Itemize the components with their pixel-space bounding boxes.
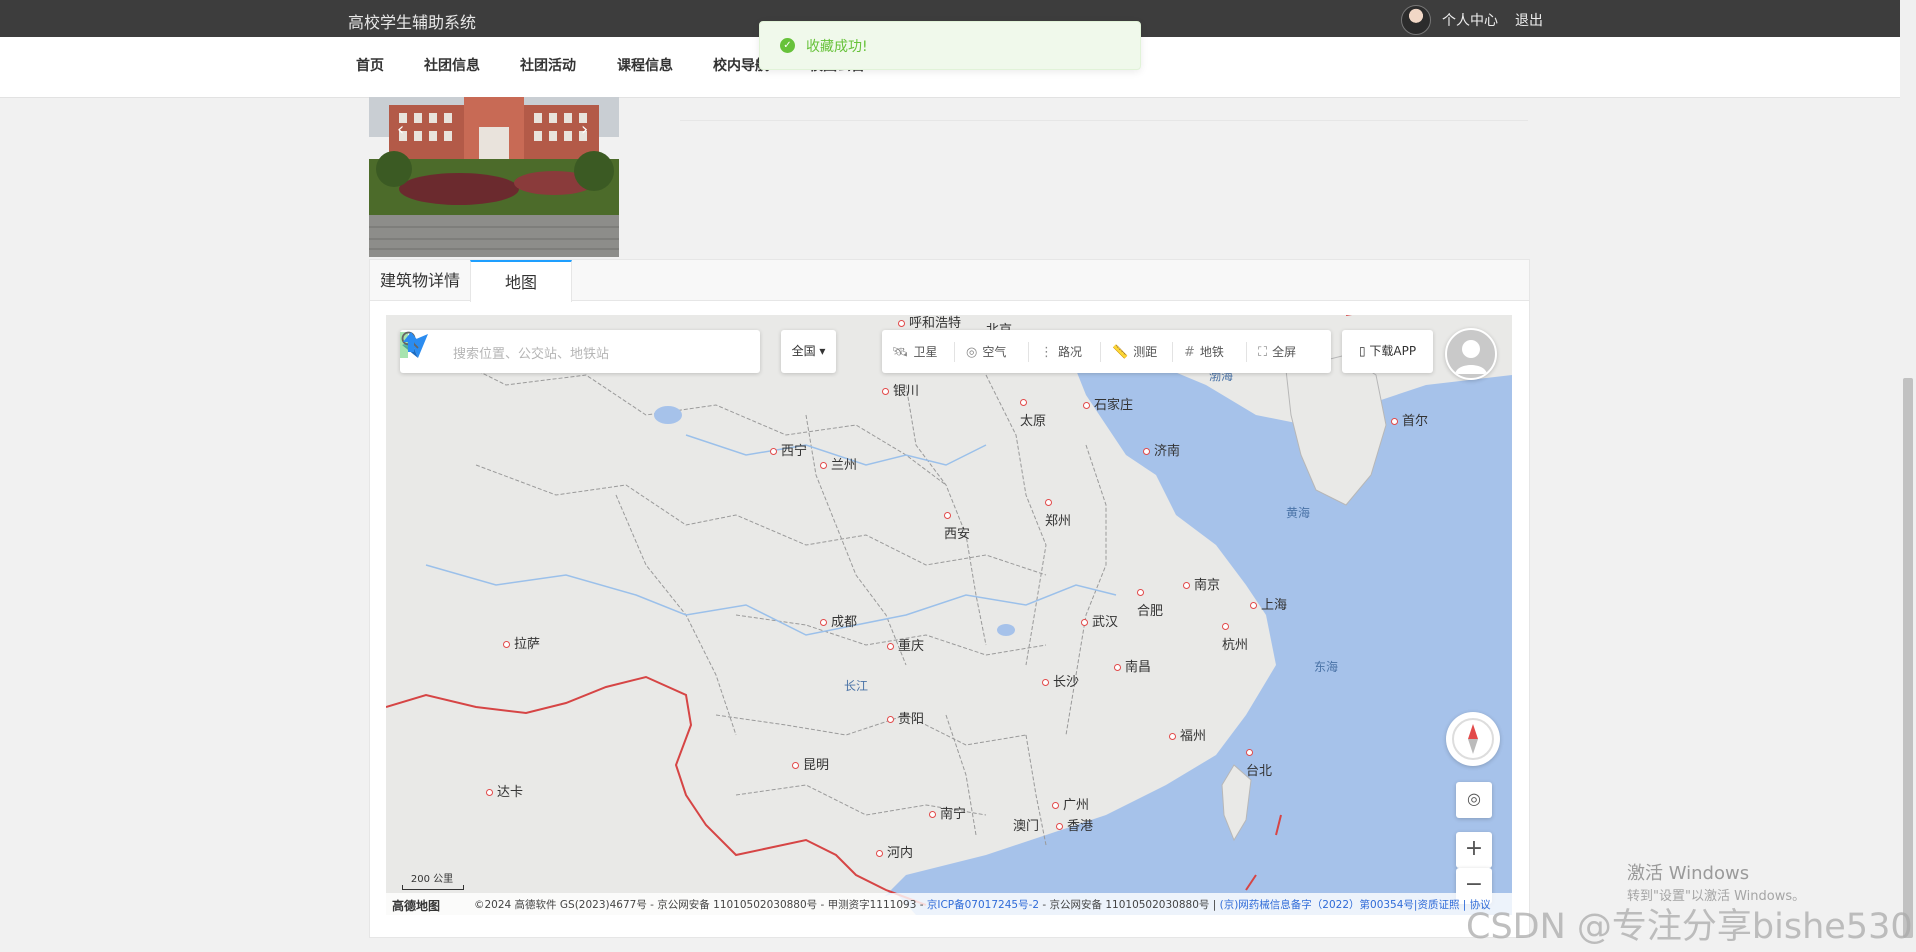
city-label: 兰州 [820,454,857,473]
tool-measure[interactable]: 📏 测距 [1112,343,1157,360]
tool-traffic[interactable]: ⋮ 路况 [1040,343,1082,360]
map-view[interactable]: 呼和浩特 北京 天津 银川 石家庄 太原 首尔 西宁 兰州 济南 郑州 西安 南… [386,315,1512,915]
city-label: 南昌 [1114,656,1151,675]
city-label: 南京 [1183,574,1220,593]
city-label: 昆明 [792,754,829,773]
check-circle-icon: ✓ [780,38,795,53]
scrollbar-thumb[interactable] [1903,378,1913,938]
zoom-in-button[interactable]: + [1456,832,1492,868]
detail-panel: 建筑物详情 地图 呼和浩特 银川 石家庄 太原 首尔 西宁 兰州 济南 郑州 西… [369,259,1530,938]
air-icon: ◎ [966,345,978,360]
map-user-avatar[interactable] [1445,328,1497,380]
city-label: 上海 [1250,594,1287,613]
windows-activation-title: 激活 Windows [1627,863,1750,884]
locate-button[interactable]: ◎ [1456,782,1492,818]
tool-subway[interactable]: # 地铁 [1184,343,1224,360]
city-label: 武汉 [1081,611,1118,630]
amap-logo: 高德地图 [392,899,441,913]
carousel-prev-button[interactable]: ‹ [397,119,404,140]
city-label: 长沙 [1042,671,1079,690]
city-label: 澳门 [1013,819,1040,834]
copyright-text: ©2024 高德软件 GS(2023)4677号 - 京公网安备 1101050… [474,899,1491,911]
icp-link[interactable]: 京ICP备07017245号-2 [927,899,1039,911]
divider [1100,342,1101,362]
nav-course-info[interactable]: 课程信息 [617,55,673,75]
map-footer: 高德地图 ©2024 高德软件 GS(2023)4677号 - 京公网安备 11… [386,893,1512,915]
city-label: 呼和浩特 [898,315,961,331]
traffic-icon: ⋮ [1040,345,1053,360]
map-search-box[interactable]: 搜索位置、公交站、地铁站 [400,330,760,373]
toast-message: 收藏成功! [806,39,868,55]
divider [954,342,955,362]
user-icon [1455,340,1487,374]
license-link[interactable]: (京)网药械信息备字（2022）第00354号|资质证照 | 协议 [1220,899,1491,911]
city-label: 银川 [882,380,919,399]
city-label: 西安 [944,508,970,542]
city-label: 石家庄 [1083,394,1133,413]
tool-fullscreen[interactable]: ⛶ 全屏 [1258,343,1296,360]
city-label: 首尔 [1391,410,1428,429]
city-label: 济南 [1143,440,1180,459]
divider [1246,342,1247,362]
river-label: 长江 [844,679,869,693]
sea-label: 东海 [1314,660,1339,674]
nav-club-activity[interactable]: 社团活动 [520,55,576,75]
csdn-watermark: CSDN @专注分享bishe530 [1466,907,1913,947]
tool-air[interactable]: ◎ 空气 [966,343,1006,360]
city-label: 贵阳 [887,708,924,727]
download-app-button[interactable]: ▯ 下载APP [1342,330,1433,373]
fullscreen-icon: ⛶ [1258,345,1268,360]
nav-club-info[interactable]: 社团信息 [424,55,480,75]
divider [680,120,1528,121]
city-label: 太原 [1020,395,1046,429]
locate-icon: ◎ [1467,789,1481,808]
system-title: 高校学生辅助系统 [348,13,477,32]
divider [1028,342,1029,362]
caret-down-icon: ▾ [819,344,826,358]
subway-icon: # [1184,345,1195,360]
logout-link[interactable]: 退出 [1515,10,1543,30]
compass-control[interactable] [1446,712,1500,766]
city-label: 香港 [1056,815,1093,834]
city-label: 成都 [820,611,857,630]
user-avatar[interactable] [1401,5,1431,35]
city-label: 河内 [876,842,913,861]
city-label: 台北 [1246,745,1272,779]
tab-map[interactable]: 地图 [470,260,572,302]
city-label: 重庆 [887,635,924,654]
region-select[interactable]: 全国 ▾ [781,330,836,373]
user-center-link[interactable]: 个人中心 [1442,10,1498,30]
tool-satellite[interactable]: 🛰 卫星 [892,343,938,360]
map-toolbar: 🛰 卫星 ◎ 空气 ⋮ 路况 📏 测距 # 地铁 ⛶ 全屏 [882,330,1331,373]
sea-label: 黄海 [1286,506,1311,520]
tab-bar: 建筑物详情 地图 [370,260,1529,302]
phone-icon: ▯ [1358,344,1366,358]
divider [1172,342,1173,362]
city-label: 广州 [1052,794,1089,813]
map-scale: 200 公里 [402,870,464,890]
success-toast: ✓ 收藏成功! [759,21,1141,70]
city-label: 合肥 [1137,585,1163,619]
city-label: 杭州 [1222,619,1248,653]
map-canvas [386,315,1512,915]
city-label: 福州 [1169,725,1206,744]
city-label: 郑州 [1045,495,1071,529]
satellite-icon: 🛰 [892,345,909,360]
carousel-next-button[interactable]: › [581,119,588,140]
compass-icon [1452,718,1494,760]
city-label: 达卡 [486,781,523,800]
city-label: 南宁 [929,803,966,822]
nav-home[interactable]: 首页 [356,55,384,75]
city-label: 西宁 [770,440,807,459]
plus-icon: + [1464,836,1484,861]
route-icon[interactable] [400,330,422,354]
city-label: 拉萨 [503,633,540,652]
building-photo: ‹ › [369,97,619,257]
map-search-placeholder: 搜索位置、公交站、地铁站 [453,347,610,362]
ruler-icon: 📏 [1112,345,1129,360]
tab-building-details[interactable]: 建筑物详情 [370,260,470,300]
